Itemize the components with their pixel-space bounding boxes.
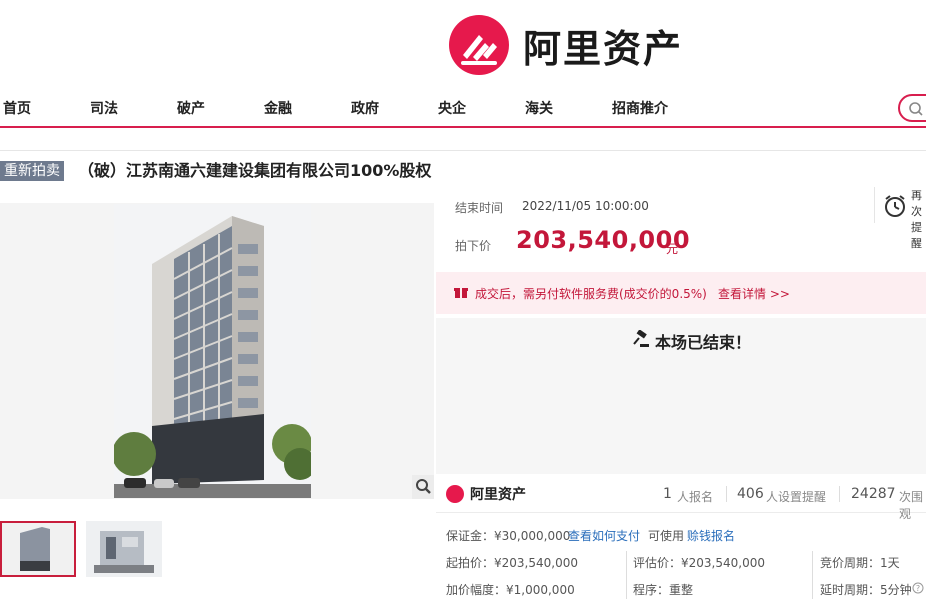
reminders-count: 406 (737, 486, 764, 502)
relisting-badge: 重新拍卖 (0, 161, 64, 181)
views-count: 24287 (851, 486, 896, 502)
credit-signup-link[interactable]: 赊钱报名 (687, 527, 735, 544)
signups-label: 人报名 (677, 490, 714, 504)
thumbnail-1[interactable] (0, 521, 76, 577)
how-to-pay-link[interactable]: 查看如何支付 (568, 527, 640, 544)
svg-text:?: ? (916, 584, 920, 593)
appraisal-price: 评估价：¥203,540,000 (633, 556, 765, 570)
gavel-icon (633, 330, 649, 347)
gift-icon (454, 288, 468, 298)
signups-count: 1 (663, 486, 672, 502)
platform-name: 阿里资产 (470, 487, 526, 503)
deposit-also-text: 可使用 (648, 529, 685, 543)
end-time-value: 2022/11/05 10:00:00 (522, 199, 649, 213)
detail-divider (812, 551, 813, 599)
search-icon (909, 102, 923, 116)
nav-item-investment[interactable]: 招商推介 (612, 98, 668, 118)
brand-logo[interactable]: 阿里资产 (449, 15, 683, 75)
nav-item-customs[interactable]: 海关 (525, 98, 553, 118)
views-label: 次围观 (899, 490, 924, 521)
stat-divider (839, 486, 840, 502)
brand-name: 阿里资产 (523, 26, 684, 71)
fee-details-link[interactable]: 查看详情 >> (718, 285, 790, 302)
nav-item-home[interactable]: 首页 (3, 98, 31, 118)
fee-notice-text: 成交后，需另付软件服务费(成交价的0.5%) (475, 287, 707, 301)
zoom-button[interactable] (412, 475, 434, 499)
header-divider (0, 150, 926, 151)
item-title: （破）江苏南通六建建设集团有限公司100%股权 (78, 161, 432, 180)
main-nav: 首页 司法 破产 金融 政府 央企 海关 招商推介 (0, 92, 926, 128)
thumbnail-2[interactable] (86, 521, 162, 577)
price-unit: 元 (666, 242, 679, 256)
bid-increment: 加价幅度：¥1,000,000 (446, 583, 575, 597)
detail-divider (626, 551, 627, 599)
nav-item-judicial[interactable]: 司法 (90, 98, 118, 118)
remind-label: 再次提醒 (911, 189, 922, 250)
price-label: 拍下价 (455, 239, 492, 253)
alarm-clock-icon (885, 195, 905, 217)
search-box[interactable] (898, 94, 926, 122)
auction-ended-text: 本场已结束！ (655, 333, 752, 352)
remind-button[interactable]: 再次提醒 (874, 187, 926, 250)
stat-divider (726, 486, 727, 502)
platform-logo-icon (446, 485, 464, 503)
nav-item-government[interactable]: 政府 (351, 98, 379, 118)
brand-logo-icon (449, 15, 509, 75)
bid-cycle: 竞价周期：1天 (820, 556, 900, 570)
help-icon[interactable]: ? (912, 582, 924, 594)
building-photo[interactable] (114, 204, 311, 498)
delay-cycle: 延时周期：5分钟 (820, 583, 912, 597)
end-time-label: 结束时间 (455, 201, 504, 215)
start-price: 起拍价：¥203,540,000 (446, 556, 578, 570)
deposit-text: 保证金：¥30,000,000 (446, 529, 571, 543)
nav-item-soe[interactable]: 央企 (438, 98, 466, 118)
zoom-icon (416, 479, 431, 494)
procedure: 程序：重整 (633, 583, 694, 597)
nav-item-bankruptcy[interactable]: 破产 (177, 98, 205, 118)
final-price: 203,540,000 (516, 226, 691, 254)
reminders-label: 人设置提醒 (766, 490, 827, 504)
nav-item-finance[interactable]: 金融 (264, 98, 292, 118)
platform-logo: 阿里资产 (446, 484, 526, 504)
page: 阿里资产 首页 司法 破产 金融 政府 央企 海关 招商推介 重新拍卖 （破）江… (0, 0, 926, 615)
